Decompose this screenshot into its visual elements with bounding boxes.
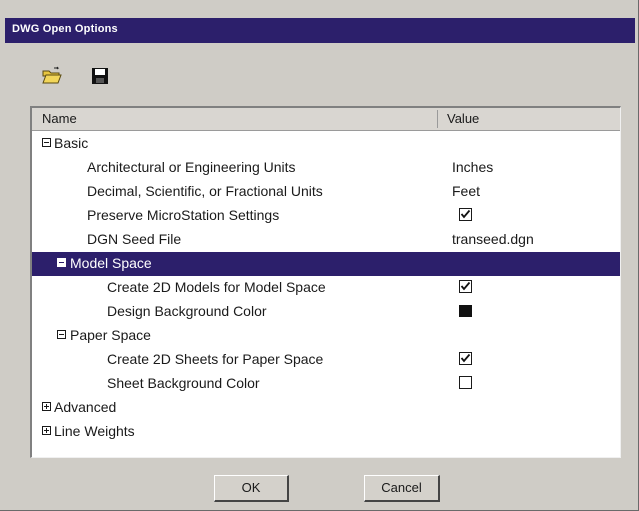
dialog-title: DWG Open Options (12, 23, 118, 35)
row-value[interactable]: transeed.dgn (452, 231, 534, 247)
tree-row-paper-space[interactable]: Paper Space (32, 324, 620, 348)
checkmark-icon (460, 353, 471, 363)
checkmark-icon (460, 209, 471, 219)
tree-row-model-space[interactable]: Model Space (32, 252, 620, 276)
tree-row-unit-format[interactable]: Decimal, Scientific, or Fractional Units… (32, 180, 620, 204)
column-header-value[interactable]: Value (447, 111, 479, 126)
tree-row-sheet-bg-color[interactable]: Sheet Background Color (32, 372, 620, 396)
expand-icon[interactable] (42, 402, 51, 411)
row-label: DGN Seed File (87, 231, 182, 247)
row-label: Create 2D Sheets for Paper Space (107, 351, 324, 367)
create-2d-sheets-checkbox[interactable] (459, 352, 472, 365)
design-bg-color-swatch[interactable] (459, 305, 472, 317)
tree-row-line-weights[interactable]: Line Weights (32, 420, 620, 444)
tree-row-basic[interactable]: Basic (32, 132, 620, 156)
row-label: Preserve MicroStation Settings (87, 207, 280, 223)
save-button[interactable] (89, 65, 111, 87)
row-label: Model Space (70, 255, 152, 271)
row-label: Sheet Background Color (107, 375, 260, 391)
row-label: Architectural or Engineering Units (87, 159, 296, 175)
row-label: Create 2D Models for Model Space (107, 279, 326, 295)
row-label: Line Weights (54, 423, 135, 439)
tree-row-advanced[interactable]: Advanced (32, 396, 620, 420)
row-label: Paper Space (70, 327, 151, 343)
title-bar[interactable]: DWG Open Options (5, 18, 635, 43)
tree-row-create-2d-sheets[interactable]: Create 2D Sheets for Paper Space (32, 348, 620, 372)
row-label: Decimal, Scientific, or Fractional Units (87, 183, 323, 199)
ok-button[interactable]: OK (214, 475, 289, 502)
tree-row-seed-file[interactable]: DGN Seed File transeed.dgn (32, 228, 620, 252)
tree-row-create-2d-models[interactable]: Create 2D Models for Model Space (32, 276, 620, 300)
row-label: Design Background Color (107, 303, 267, 319)
collapse-icon[interactable] (57, 330, 66, 339)
collapse-icon[interactable] (57, 258, 66, 267)
create-2d-models-checkbox[interactable] (459, 280, 472, 293)
column-divider[interactable] (437, 110, 438, 128)
tree-row-units[interactable]: Architectural or Engineering Units Inche… (32, 156, 620, 180)
tree-row-preserve-settings[interactable]: Preserve MicroStation Settings (32, 204, 620, 228)
expand-icon[interactable] (42, 426, 51, 435)
sheet-bg-color-checkbox[interactable] (459, 376, 472, 389)
row-label: Basic (54, 135, 89, 151)
floppy-disk-icon (92, 68, 108, 84)
row-value[interactable]: Feet (452, 183, 480, 199)
checkmark-icon (460, 281, 471, 291)
tree-header: Name Value (32, 108, 620, 131)
cancel-button[interactable]: Cancel (364, 475, 440, 502)
folder-open-icon (42, 66, 62, 84)
open-button[interactable] (41, 65, 63, 87)
options-tree[interactable]: Name Value Basic Architectural or Engine… (30, 106, 621, 458)
collapse-icon[interactable] (42, 138, 51, 147)
tree-row-design-bg-color[interactable]: Design Background Color (32, 300, 620, 324)
row-value[interactable]: Inches (452, 159, 493, 175)
dwg-open-options-dialog: DWG Open Options Name Value Basic Archit… (0, 0, 639, 511)
row-label: Advanced (54, 399, 117, 415)
preserve-settings-checkbox[interactable] (459, 208, 472, 221)
column-header-name[interactable]: Name (42, 111, 77, 126)
